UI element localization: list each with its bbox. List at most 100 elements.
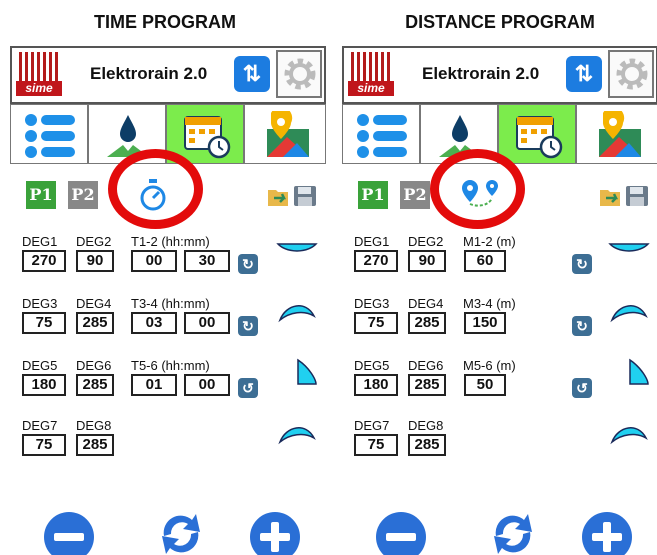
program-p1-button[interactable]: P1: [26, 181, 56, 209]
deg-input[interactable]: 90: [408, 250, 446, 272]
calendar-clock-icon: [516, 116, 563, 159]
deg-input[interactable]: 180: [354, 374, 398, 396]
list-icon: [25, 114, 75, 158]
deg-label: DEG4: [408, 296, 444, 311]
deg-label: DEG3: [22, 296, 58, 311]
sime-logo: sime: [348, 52, 394, 98]
minus-button[interactable]: [376, 512, 426, 555]
save-disk-icon[interactable]: [624, 184, 650, 208]
app-header: sime Elektrorain 2.0 ⇅: [10, 46, 326, 104]
plus-button[interactable]: [250, 512, 300, 555]
tab-map[interactable]: [576, 104, 657, 164]
deg-label: DEG5: [22, 358, 58, 373]
deg-input[interactable]: 90: [76, 250, 114, 272]
refresh-icon[interactable]: ↻: [238, 316, 258, 336]
tab-list[interactable]: [342, 104, 420, 164]
deg-input[interactable]: 285: [408, 374, 446, 396]
deg-label: DEG1: [354, 234, 390, 249]
distance-program-panel: sime Elektrorain 2.0 ⇅ P1 P2 DEG1 DEG2 270 90 M1-…: [342, 46, 657, 555]
deg-label: DEG7: [22, 418, 58, 433]
value-input[interactable]: 60: [464, 250, 506, 272]
deg-input[interactable]: 75: [22, 312, 66, 334]
logo-text: sime: [16, 81, 62, 96]
deg-label: DEG5: [354, 358, 390, 373]
highlight-circle: [108, 149, 203, 229]
sync-button[interactable]: [488, 510, 538, 555]
heading-distance-program: DISTANCE PROGRAM: [405, 12, 595, 32]
value-label: T3-4 (hh:mm): [131, 296, 210, 311]
app-title: Elektrorain 2.0: [422, 64, 540, 83]
tab-list[interactable]: [10, 104, 88, 164]
deg-label: DEG7: [354, 418, 390, 433]
sync-button[interactable]: [156, 510, 206, 555]
rotate-icon[interactable]: ↺: [238, 378, 258, 398]
sime-logo: sime: [16, 52, 62, 98]
folder-open-icon[interactable]: [266, 184, 292, 208]
settings-button[interactable]: [276, 50, 322, 98]
deg-input[interactable]: 75: [354, 312, 398, 334]
tab-schedule[interactable]: [498, 104, 576, 164]
deg-input[interactable]: 75: [354, 434, 398, 456]
value-input[interactable]: 50: [464, 374, 506, 396]
plus-button[interactable]: [582, 512, 632, 555]
refresh-icon[interactable]: ↻: [572, 316, 592, 336]
refresh-icon[interactable]: ↻: [572, 254, 592, 274]
folder-open-icon[interactable]: [598, 184, 624, 208]
program-p2-button[interactable]: P2: [68, 181, 98, 209]
value-input[interactable]: 150: [464, 312, 506, 334]
deg-input[interactable]: 180: [22, 374, 66, 396]
sort-arrows-button[interactable]: ⇅: [566, 56, 602, 92]
sector-arc-icon: [629, 358, 649, 385]
sector-arc-icon: [608, 243, 650, 252]
calendar-clock-icon: [184, 116, 231, 159]
value-input[interactable]: 00: [184, 374, 230, 396]
rotate-icon[interactable]: ↺: [572, 378, 592, 398]
sort-arrows-button[interactable]: ⇅: [234, 56, 270, 92]
value-input[interactable]: 03: [131, 312, 177, 334]
refresh-icon[interactable]: ↻: [238, 254, 258, 274]
deg-label: DEG4: [76, 296, 112, 311]
time-program-panel: sime Elektrorain 2.0 ⇅ P1 P2 DEG1 DEG2 270 90 T1-…: [10, 46, 326, 555]
deg-input[interactable]: 285: [408, 312, 446, 334]
tab-map[interactable]: [244, 104, 326, 164]
value-label: M3-4 (m): [463, 296, 516, 311]
settings-button[interactable]: [608, 50, 654, 98]
deg-input[interactable]: 75: [22, 434, 66, 456]
save-disk-icon[interactable]: [292, 184, 318, 208]
minus-button[interactable]: [44, 512, 94, 555]
value-input[interactable]: 30: [184, 250, 230, 272]
bottom-controls: [10, 508, 326, 555]
bottom-controls: [342, 508, 657, 555]
value-label: M5-6 (m): [463, 358, 516, 373]
heading-time-program: TIME PROGRAM: [94, 12, 236, 32]
minus-icon: [54, 533, 84, 541]
program-p1-button[interactable]: P1: [358, 181, 388, 209]
minus-icon: [386, 533, 416, 541]
value-label: T1-2 (hh:mm): [131, 234, 210, 249]
deg-label: DEG1: [22, 234, 58, 249]
deg-label: DEG3: [354, 296, 390, 311]
deg-input[interactable]: 285: [76, 312, 114, 334]
deg-input[interactable]: 270: [354, 250, 398, 272]
deg-input[interactable]: 285: [408, 434, 446, 456]
deg-input[interactable]: 285: [76, 434, 114, 456]
value-input[interactable]: 00: [184, 312, 230, 334]
list-icon: [357, 114, 407, 158]
highlight-circle: [430, 149, 525, 229]
deg-input[interactable]: 285: [76, 374, 114, 396]
value-input[interactable]: 01: [131, 374, 177, 396]
map-pin-icon: [599, 111, 641, 157]
deg-input[interactable]: 270: [22, 250, 66, 272]
app-title: Elektrorain 2.0: [90, 64, 208, 83]
map-pin-icon: [267, 111, 309, 157]
logo-text: sime: [348, 81, 394, 96]
app-header: sime Elektrorain 2.0 ⇅: [342, 46, 657, 104]
program-p2-button[interactable]: P2: [400, 181, 430, 209]
sector-arc-icon: [610, 427, 648, 445]
gear-icon: [284, 58, 316, 90]
deg-label: DEG2: [76, 234, 112, 249]
sector-arc-icon: [276, 243, 318, 252]
sector-arc-icon: [610, 305, 648, 323]
value-input[interactable]: 00: [131, 250, 177, 272]
deg-label: DEG2: [408, 234, 444, 249]
